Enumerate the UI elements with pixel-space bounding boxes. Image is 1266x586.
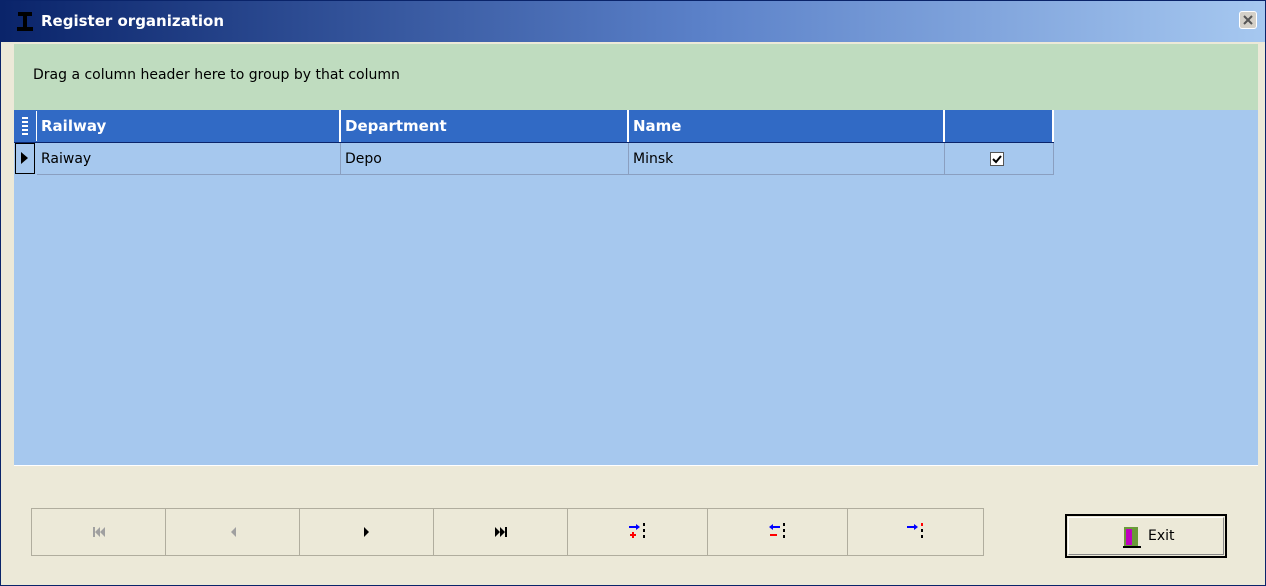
cell-flag[interactable] (945, 143, 1054, 175)
close-icon (1243, 15, 1253, 25)
exit-door-icon (1123, 527, 1141, 548)
table-row[interactable]: Raiway Depo Minsk (14, 143, 1054, 175)
column-header-flag[interactable] (945, 110, 1054, 142)
checkmark-icon (992, 155, 1002, 164)
prior-record-button[interactable] (166, 509, 300, 555)
current-row-arrow-icon (21, 152, 28, 164)
data-grid[interactable]: Railway Department Name Raiway Depo Mins… (14, 110, 1258, 465)
row-indicator (15, 143, 35, 174)
column-header-railway[interactable]: Railway (37, 110, 341, 142)
group-by-panel[interactable]: Drag a column header here to group by th… (14, 44, 1258, 110)
insert-record-button[interactable] (568, 509, 708, 555)
delete-record-button[interactable] (708, 509, 848, 555)
first-record-button[interactable] (32, 509, 166, 555)
close-button[interactable] (1239, 11, 1257, 29)
column-header-department[interactable]: Department (341, 110, 629, 142)
delete-icon (768, 523, 785, 538)
window-title: Register organization (41, 12, 225, 30)
cell-railway[interactable]: Raiway (37, 143, 341, 175)
register-organization-window: Register organization Drag a column head… (0, 0, 1266, 586)
bottom-toolbar: Exit (14, 465, 1258, 578)
exit-button-face (1068, 517, 1224, 555)
rail-icon (17, 12, 33, 31)
column-chooser-button[interactable] (15, 111, 37, 141)
cell-name[interactable]: Minsk (629, 143, 945, 175)
next-record-button[interactable] (300, 509, 434, 555)
group-by-hint: Drag a column header here to group by th… (33, 67, 400, 83)
title-bar[interactable]: Register organization (1, 1, 1265, 42)
cell-department[interactable]: Depo (341, 143, 629, 175)
first-icon (92, 527, 105, 537)
column-header-name[interactable]: Name (629, 110, 945, 142)
exit-label: Exit (1148, 528, 1175, 544)
row-checkbox[interactable] (990, 152, 1004, 166)
list-icon (22, 117, 28, 135)
next-icon (363, 527, 369, 537)
prior-icon (230, 527, 236, 537)
last-icon (494, 527, 507, 537)
record-navigator (31, 508, 984, 556)
grid-header: Railway Department Name (14, 110, 1054, 143)
post-icon (906, 523, 923, 538)
exit-button[interactable]: Exit (1065, 514, 1227, 558)
post-record-button[interactable] (848, 509, 983, 555)
last-record-button[interactable] (434, 509, 568, 555)
insert-icon (628, 523, 645, 538)
